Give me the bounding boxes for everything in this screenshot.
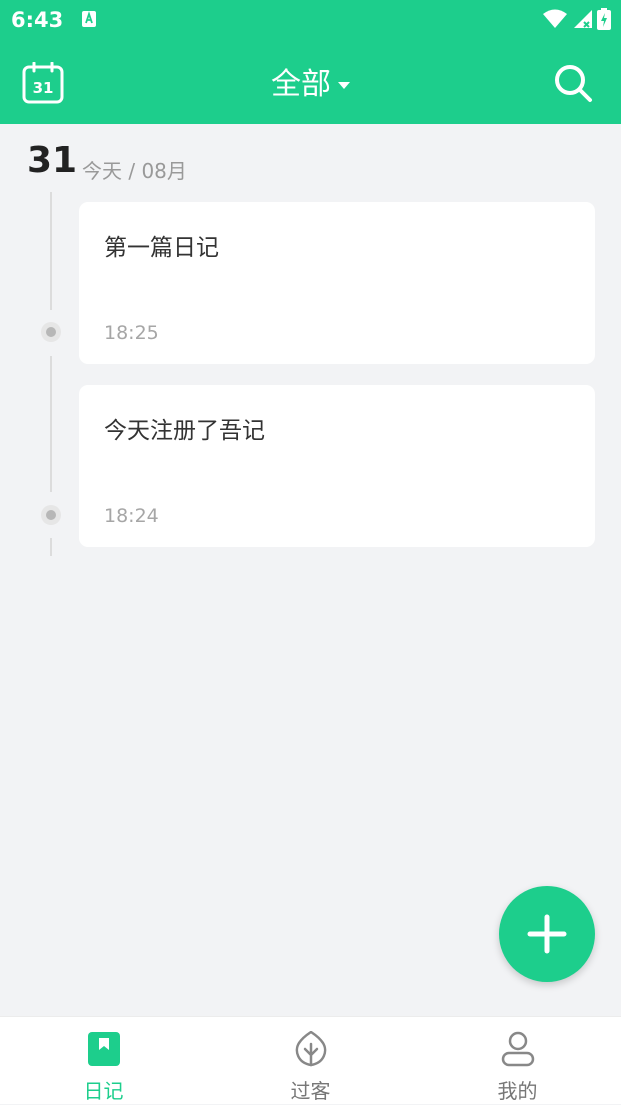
entry-title: 今天注册了吾记: [104, 418, 265, 444]
filter-label: 全部: [271, 66, 331, 102]
entry-time: 18:25: [104, 322, 159, 344]
timeline-line: [50, 192, 52, 310]
bookmark-icon: [88, 1032, 120, 1066]
timeline-line: [50, 538, 52, 556]
leaf-icon: [295, 1031, 327, 1067]
timeline-line: [50, 356, 52, 492]
tab-mine[interactable]: 我的: [414, 1017, 621, 1105]
plus-icon: [527, 914, 567, 954]
timeline-dot: [41, 322, 61, 342]
tab-passers[interactable]: 过客: [207, 1017, 414, 1105]
tab-label: 我的: [497, 1079, 538, 1103]
battery-icon: [597, 8, 611, 30]
signal-icon: [574, 10, 592, 28]
date-day: 31: [27, 140, 78, 181]
entry-time: 18:24: [104, 505, 159, 527]
status-bar: 6:43: [0, 0, 621, 42]
filter-dropdown[interactable]: 全部: [0, 64, 621, 104]
status-icons: [543, 8, 611, 30]
bottom-nav: 日记 过客 我的: [0, 1016, 621, 1104]
tab-diary[interactable]: 日记: [0, 1017, 207, 1105]
search-icon[interactable]: [553, 63, 593, 103]
caret-down-icon: [338, 82, 350, 89]
wifi-icon: [543, 9, 567, 28]
date-subtitle: 今天 / 08月: [82, 159, 187, 183]
app-header: 31 全部: [0, 42, 621, 124]
user-icon: [501, 1031, 535, 1067]
status-time: 6:43: [11, 8, 64, 32]
diary-entry-card[interactable]: 第一篇日记 18:25: [79, 202, 595, 364]
entry-title: 第一篇日记: [104, 235, 219, 261]
timeline-dot: [41, 505, 61, 525]
diary-entry-card[interactable]: 今天注册了吾记 18:24: [79, 385, 595, 547]
add-entry-button[interactable]: [499, 886, 595, 982]
tab-label: 日记: [83, 1079, 124, 1103]
notification-a-icon: [82, 11, 96, 27]
tab-label: 过客: [290, 1079, 331, 1103]
